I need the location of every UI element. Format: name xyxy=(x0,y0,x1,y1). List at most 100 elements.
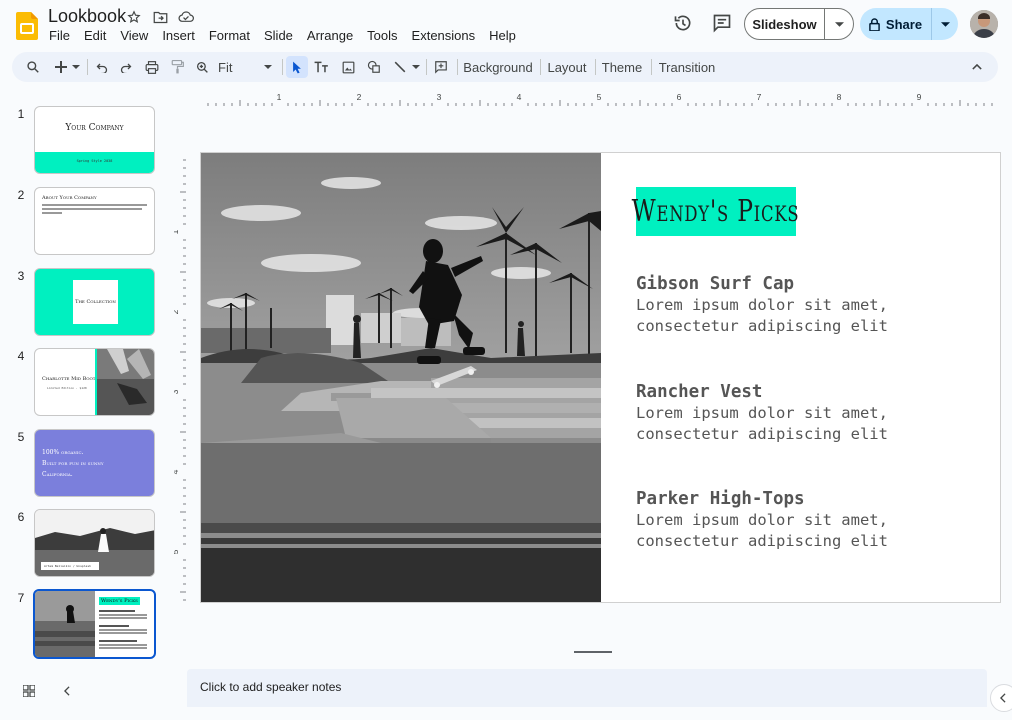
thumb-photo-skate xyxy=(35,591,95,657)
share-dropdown-icon[interactable] xyxy=(932,8,958,40)
skatepark-photo[interactable] xyxy=(201,153,601,603)
ruler-label: 2 xyxy=(174,309,180,314)
thumb-text-line xyxy=(99,647,147,649)
thumb-title: About Your Company xyxy=(42,195,97,201)
slide-heading-box[interactable]: Wendy's Picks xyxy=(632,187,799,236)
zoom-icon[interactable] xyxy=(192,52,212,82)
speaker-notes[interactable]: Click to add speaker notes xyxy=(187,669,987,707)
slide-thumbnail-5[interactable]: 100% organic. Built for fun in sunny Cal… xyxy=(34,429,155,497)
menu-arrange[interactable]: Arrange xyxy=(300,28,360,44)
insert-comment-icon[interactable] xyxy=(430,52,452,82)
share-button[interactable]: Share xyxy=(860,8,932,40)
menu-slide[interactable]: Slide xyxy=(257,28,300,44)
text-box-icon[interactable] xyxy=(311,52,331,82)
slide-heading: Wendy's Picks xyxy=(632,194,800,229)
slide-thumbnail-7[interactable]: Wendy's Picks xyxy=(33,589,156,659)
ruler-label: 6 xyxy=(677,92,682,102)
menu-tools[interactable]: Tools xyxy=(360,28,404,44)
slideshow-button[interactable]: Slideshow xyxy=(745,9,825,39)
thumb-text: 100% organic. Built for fun in sunny Cal… xyxy=(42,447,104,480)
slide-number: 3 xyxy=(17,269,25,283)
slide-filmstrip: 1 Your Company Spring Style 2038 2 About… xyxy=(0,92,180,672)
product-item[interactable]: Gibson Surf Cap Lorem ipsum dolor sit am… xyxy=(636,273,888,337)
theme-button[interactable]: Theme xyxy=(600,52,644,82)
avatar[interactable] xyxy=(970,10,998,38)
collapse-toolbar-icon[interactable] xyxy=(966,52,988,82)
thumb-text-line xyxy=(99,644,147,646)
star-icon[interactable] xyxy=(125,8,143,26)
chevron-left-icon xyxy=(1000,693,1006,703)
slides-logo-icon[interactable] xyxy=(16,12,38,40)
select-tool-icon[interactable] xyxy=(286,56,308,78)
slide-number: 5 xyxy=(17,430,25,444)
thumb-line: 100% organic. xyxy=(42,449,84,456)
line-dropdown-icon[interactable] xyxy=(410,52,422,82)
undo-icon[interactable] xyxy=(92,52,112,82)
comments-icon[interactable] xyxy=(708,9,736,37)
ruler-label: 5 xyxy=(597,92,602,102)
document-title[interactable]: Lookbook xyxy=(48,6,126,27)
slideshow-button-group: Slideshow xyxy=(744,8,854,40)
new-slide-icon[interactable] xyxy=(52,52,70,82)
menu-extensions[interactable]: Extensions xyxy=(405,28,483,44)
insert-image-icon[interactable] xyxy=(338,52,358,82)
speaker-notes-placeholder: Click to add speaker notes xyxy=(200,680,342,694)
background-button[interactable]: Background xyxy=(463,52,533,82)
move-folder-icon[interactable] xyxy=(151,8,169,26)
menu-edit[interactable]: Edit xyxy=(77,28,113,44)
ruler-label: 4 xyxy=(174,469,180,474)
toolbar-divider xyxy=(457,59,458,75)
slideshow-dropdown-icon[interactable] xyxy=(825,9,853,39)
thumb-text-line xyxy=(42,212,62,214)
current-slide[interactable]: Wendy's Picks Gibson Surf Cap Lorem ipsu… xyxy=(200,152,1001,603)
line-icon[interactable] xyxy=(390,52,410,82)
print-icon[interactable] xyxy=(142,52,162,82)
slide-thumbnail-6[interactable]: Artem Beliaikin / Unsplash xyxy=(34,509,155,577)
ruler-label: 3 xyxy=(437,92,442,102)
menu-file[interactable]: File xyxy=(42,28,77,44)
slide-thumbnail-1[interactable]: Your Company Spring Style 2038 xyxy=(34,106,155,174)
slide-thumbnail-4[interactable]: Charlotte Mid Boot Limited Edition · $12… xyxy=(34,348,155,416)
product-item[interactable]: Rancher Vest Lorem ipsum dolor sit amet,… xyxy=(636,381,888,445)
slide-number: 1 xyxy=(17,107,25,121)
menu-insert[interactable]: Insert xyxy=(155,28,202,44)
thumb-title: The Collection xyxy=(75,299,116,305)
layout-button[interactable]: Layout xyxy=(545,52,589,82)
product-name: Gibson Surf Cap xyxy=(636,274,795,294)
notes-resize-handle[interactable] xyxy=(574,651,612,653)
ruler-label: 1 xyxy=(277,92,282,102)
menu-format[interactable]: Format xyxy=(202,28,257,44)
zoom-select[interactable]: Fit xyxy=(218,52,278,82)
product-item[interactable]: Parker High-Tops Lorem ipsum dolor sit a… xyxy=(636,488,888,552)
grid-view-icon[interactable] xyxy=(20,683,38,699)
search-menus-icon[interactable] xyxy=(22,52,44,82)
ruler-label: 5 xyxy=(174,549,180,554)
product-description: Lorem ipsum dolor sit amet, xyxy=(636,404,888,422)
thumb-text-line xyxy=(99,632,147,634)
ruler-label: 4 xyxy=(517,92,522,102)
new-slide-dropdown-icon[interactable] xyxy=(70,52,82,82)
thumb-text-line xyxy=(99,614,147,616)
ruler-ticks xyxy=(180,159,186,601)
zoom-value: Fit xyxy=(218,59,233,75)
thumb-title: Wendy's Picks xyxy=(99,597,140,605)
transition-button[interactable]: Transition xyxy=(657,52,717,82)
version-history-icon[interactable] xyxy=(669,9,697,37)
slide-thumbnail-2[interactable]: About Your Company xyxy=(34,187,155,255)
vertical-ruler: 1 2 3 4 5 xyxy=(174,159,186,601)
redo-icon[interactable] xyxy=(116,52,136,82)
cloud-status-icon[interactable] xyxy=(177,8,195,26)
side-panel-toggle[interactable] xyxy=(990,684,1012,712)
toolbar: Fit Background Layout Theme Transition xyxy=(12,52,998,82)
collapse-filmstrip-icon[interactable] xyxy=(60,683,74,699)
paint-format-icon[interactable] xyxy=(167,52,187,82)
shape-icon[interactable] xyxy=(364,52,384,82)
slide-thumbnail-3[interactable]: The Collection xyxy=(34,268,155,336)
ruler-label: 7 xyxy=(757,92,762,102)
menu-view[interactable]: View xyxy=(113,28,155,44)
thumb-title-box: The Collection xyxy=(73,280,118,324)
menu-help[interactable]: Help xyxy=(482,28,523,44)
share-label: Share xyxy=(885,16,923,32)
thumb-text-line xyxy=(99,617,147,619)
ruler-label: 9 xyxy=(917,92,922,102)
